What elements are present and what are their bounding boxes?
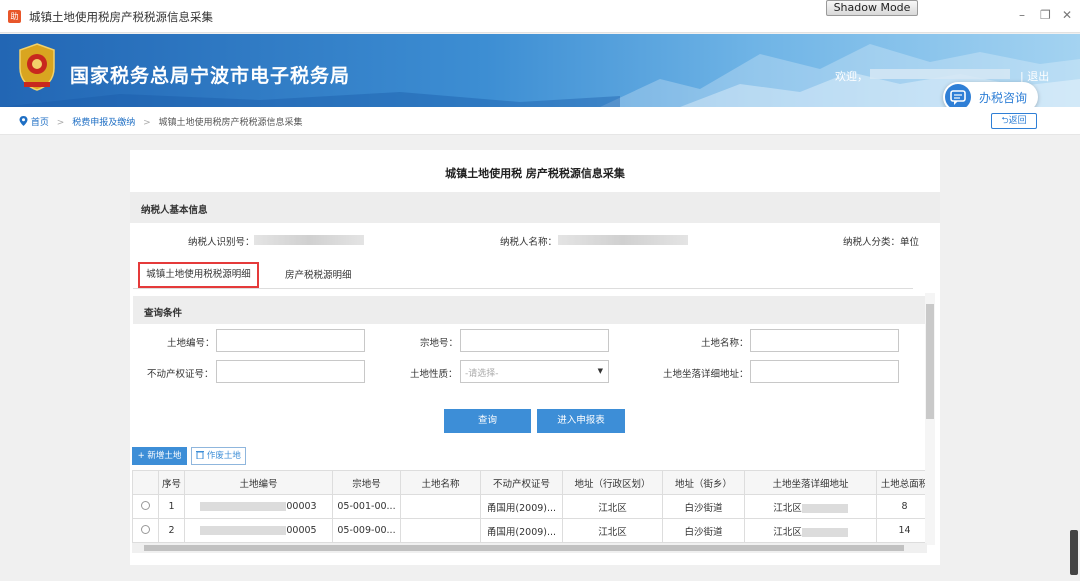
minimize-button[interactable]: – bbox=[1019, 8, 1025, 22]
chevron-down-icon: ▼ bbox=[597, 367, 603, 375]
land-address-input[interactable] bbox=[750, 360, 899, 383]
close-button[interactable]: ✕ bbox=[1062, 8, 1072, 22]
site-banner: 国家税务总局宁波市电子税务局 欢迎， | 退出 bbox=[0, 34, 1080, 107]
restore-button[interactable]: ❐ bbox=[1040, 8, 1051, 22]
cell-area: 14 bbox=[876, 518, 925, 543]
table-header-row: 序号 土地编号 宗地号 土地名称 不动产权证号 地址（行政区划） 地址（街乡） … bbox=[132, 470, 925, 495]
window-title: 城镇土地使用税房产税税源信息采集 bbox=[29, 10, 213, 24]
location-icon bbox=[19, 116, 28, 126]
land-name-label: 土地名称： bbox=[701, 338, 749, 349]
taxpayer-type-value: 单位 bbox=[900, 237, 920, 248]
col-header-land-no: 土地编号 bbox=[184, 470, 333, 495]
col-header-parcel: 宗地号 bbox=[332, 470, 401, 495]
table-row[interactable]: 2 00005 05-009-00... 甬国用(2009)... 江北区 白沙… bbox=[132, 518, 925, 543]
breadcrumb: 首页 > 税费申报及缴纳 > 城镇土地使用税房产税税源信息采集 bbox=[19, 115, 303, 128]
cell-parcel: 05-001-00... bbox=[332, 494, 401, 519]
breadcrumb-tax-filing[interactable]: 税费申报及缴纳 bbox=[72, 118, 135, 128]
col-header-district: 地址（行政区划） bbox=[562, 470, 663, 495]
taxpayer-name-redacted bbox=[558, 235, 688, 245]
query-header: 查询条件 bbox=[133, 296, 926, 324]
cell-land-name bbox=[400, 494, 481, 519]
cell-district: 江北区 bbox=[562, 494, 663, 519]
username-redacted bbox=[870, 69, 1010, 79]
site-title: 国家税务总局宁波市电子税务局 bbox=[70, 65, 351, 87]
app-icon: 助 bbox=[8, 10, 21, 23]
taxpayer-name-label: 纳税人名称： bbox=[500, 237, 558, 248]
tab-land-tax-detail[interactable]: 城镇土地使用税税源明细 bbox=[138, 262, 259, 288]
query-title: 查询条件 bbox=[144, 308, 183, 319]
horizontal-scroll-thumb[interactable] bbox=[144, 545, 904, 551]
cell-land-name bbox=[400, 518, 481, 543]
cell-no: 2 bbox=[158, 518, 185, 543]
cell-district: 江北区 bbox=[562, 518, 663, 543]
parcel-no-label: 宗地号： bbox=[420, 338, 459, 349]
void-land-button[interactable]: 作废土地 bbox=[191, 447, 246, 465]
cell-address: 江北区 bbox=[744, 494, 877, 519]
col-header-street: 地址（街乡） bbox=[662, 470, 745, 495]
land-no-label: 土地编号： bbox=[167, 338, 215, 349]
breadcrumb-separator: > bbox=[56, 118, 65, 128]
vertical-scrollbar[interactable] bbox=[925, 293, 935, 545]
col-header-area: 土地总面积 bbox=[876, 470, 925, 495]
emblem-icon bbox=[19, 43, 55, 91]
tax-consult-label: 办税咨询 bbox=[979, 91, 1028, 105]
land-no-input[interactable] bbox=[216, 329, 365, 352]
welcome-text: 欢迎， bbox=[835, 70, 868, 83]
cell-no: 1 bbox=[158, 494, 185, 519]
property-cert-input[interactable] bbox=[216, 360, 365, 383]
void-land-label: 作废土地 bbox=[206, 451, 241, 461]
page-title: 城镇土地使用税 房产税税源信息采集 bbox=[445, 167, 625, 180]
page-scrollbar[interactable] bbox=[1070, 530, 1078, 575]
row-radio[interactable] bbox=[132, 494, 159, 519]
enter-report-button[interactable]: 进入申报表 bbox=[537, 409, 625, 433]
add-land-button[interactable]: + 新增土地 bbox=[132, 447, 187, 465]
property-cert-label: 不动产权证号： bbox=[147, 369, 214, 380]
vertical-scroll-thumb[interactable] bbox=[926, 304, 934, 419]
col-header-select bbox=[132, 470, 159, 495]
taxpayer-type-label: 纳税人分类： bbox=[843, 237, 901, 248]
cell-cert: 甬国用(2009)... bbox=[480, 518, 563, 543]
breadcrumb-home[interactable]: 首页 bbox=[31, 118, 49, 128]
taxpayer-id-redacted bbox=[254, 235, 364, 245]
tab-property-tax-detail[interactable]: 房产税税源明细 bbox=[285, 267, 352, 281]
land-nature-placeholder: -请选择- bbox=[465, 369, 499, 379]
cell-cert: 甬国用(2009)... bbox=[480, 494, 563, 519]
col-header-cert: 不动产权证号 bbox=[480, 470, 563, 495]
query-button[interactable]: 查询 bbox=[444, 409, 531, 433]
cell-land-no: 00003 bbox=[184, 494, 333, 519]
back-button[interactable]: ⮌返回 bbox=[991, 113, 1037, 129]
row-radio[interactable] bbox=[132, 518, 159, 543]
taxpayer-id-label: 纳税人识别号： bbox=[188, 237, 255, 248]
land-nature-label: 土地性质： bbox=[410, 369, 458, 380]
shadow-mode-button[interactable]: Shadow Mode bbox=[826, 0, 918, 16]
main-panel: 城镇土地使用税 房产税税源信息采集 纳税人基本信息 纳税人识别号： 纳税人名称：… bbox=[130, 150, 940, 565]
col-header-land-name: 土地名称 bbox=[400, 470, 481, 495]
land-table: 序号 土地编号 宗地号 土地名称 不动产权证号 地址（行政区划） 地址（街乡） … bbox=[132, 470, 925, 550]
cell-street: 白沙街道 bbox=[662, 494, 745, 519]
window-titlebar: 助 城镇土地使用税房产税税源信息采集 Shadow Mode – ❐ ✕ bbox=[0, 0, 1080, 33]
cell-area: 8 bbox=[876, 494, 925, 519]
back-label: 返回 bbox=[1008, 116, 1027, 126]
table-row[interactable]: 1 00003 05-001-00... 甬国用(2009)... 江北区 白沙… bbox=[132, 494, 925, 519]
tab-divider bbox=[133, 288, 913, 289]
land-nature-select[interactable]: -请选择- ▼ bbox=[460, 360, 609, 383]
land-address-label: 土地坐落详细地址： bbox=[663, 369, 749, 380]
basic-info-title: 纳税人基本信息 bbox=[141, 205, 208, 216]
col-header-no: 序号 bbox=[158, 470, 185, 495]
land-name-input[interactable] bbox=[750, 329, 899, 352]
basic-info-header: 纳税人基本信息 bbox=[130, 192, 940, 223]
breadcrumb-current: 城镇土地使用税房产税税源信息采集 bbox=[158, 118, 303, 128]
col-header-address: 土地坐落详细地址 bbox=[744, 470, 877, 495]
trash-icon bbox=[196, 451, 205, 460]
breadcrumb-separator: > bbox=[143, 118, 151, 128]
breadcrumb-bar: 首页 > 税费申报及缴纳 > 城镇土地使用税房产税税源信息采集 bbox=[0, 107, 1080, 135]
cell-land-no: 00005 bbox=[184, 518, 333, 543]
cell-parcel: 05-009-00... bbox=[332, 518, 401, 543]
horizontal-scrollbar[interactable] bbox=[132, 543, 927, 553]
cell-address: 江北区 bbox=[744, 518, 877, 543]
back-arrow-icon: ⮌ bbox=[1001, 116, 1009, 126]
cell-street: 白沙街道 bbox=[662, 518, 745, 543]
parcel-no-input[interactable] bbox=[460, 329, 609, 352]
